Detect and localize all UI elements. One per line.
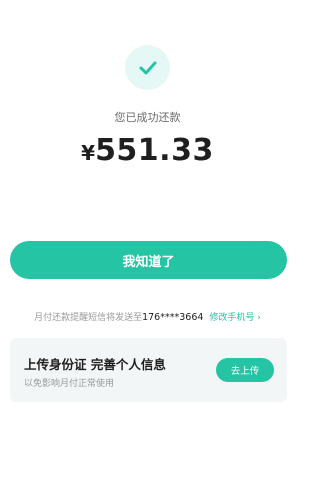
chevron-right-icon[interactable]: › <box>257 313 261 323</box>
change-phone-label[interactable]: 修改手机号 <box>209 313 254 323</box>
currency-symbol: ¥ <box>81 141 96 165</box>
success-message: 您已成功还款 <box>114 111 181 124</box>
id-upload-card: 上传身份证 完善个人信息 以免影响月付正常使用 去上传 <box>10 338 287 402</box>
id-upload-title: 上传身份证 完善个人信息 <box>24 357 166 372</box>
change-phone-link[interactable]: 修改手机号 › <box>209 313 261 323</box>
upload-button[interactable]: 去上传 <box>216 358 274 382</box>
sms-notice-text: 月付还款提醒短信将发送至 <box>34 313 143 323</box>
payment-amount: ¥551.33 <box>0 133 295 168</box>
id-upload-subtitle: 以免影响月付正常使用 <box>24 379 115 389</box>
success-badge <box>125 45 170 90</box>
confirm-button[interactable]: 我知道了 <box>10 241 287 279</box>
sms-notice: 月付还款提醒短信将发送至176****3664 修改手机号 › <box>0 310 295 323</box>
phone-number: 176****3664 <box>142 312 204 323</box>
check-icon <box>139 61 156 74</box>
amount-value: 551.33 <box>95 133 214 168</box>
